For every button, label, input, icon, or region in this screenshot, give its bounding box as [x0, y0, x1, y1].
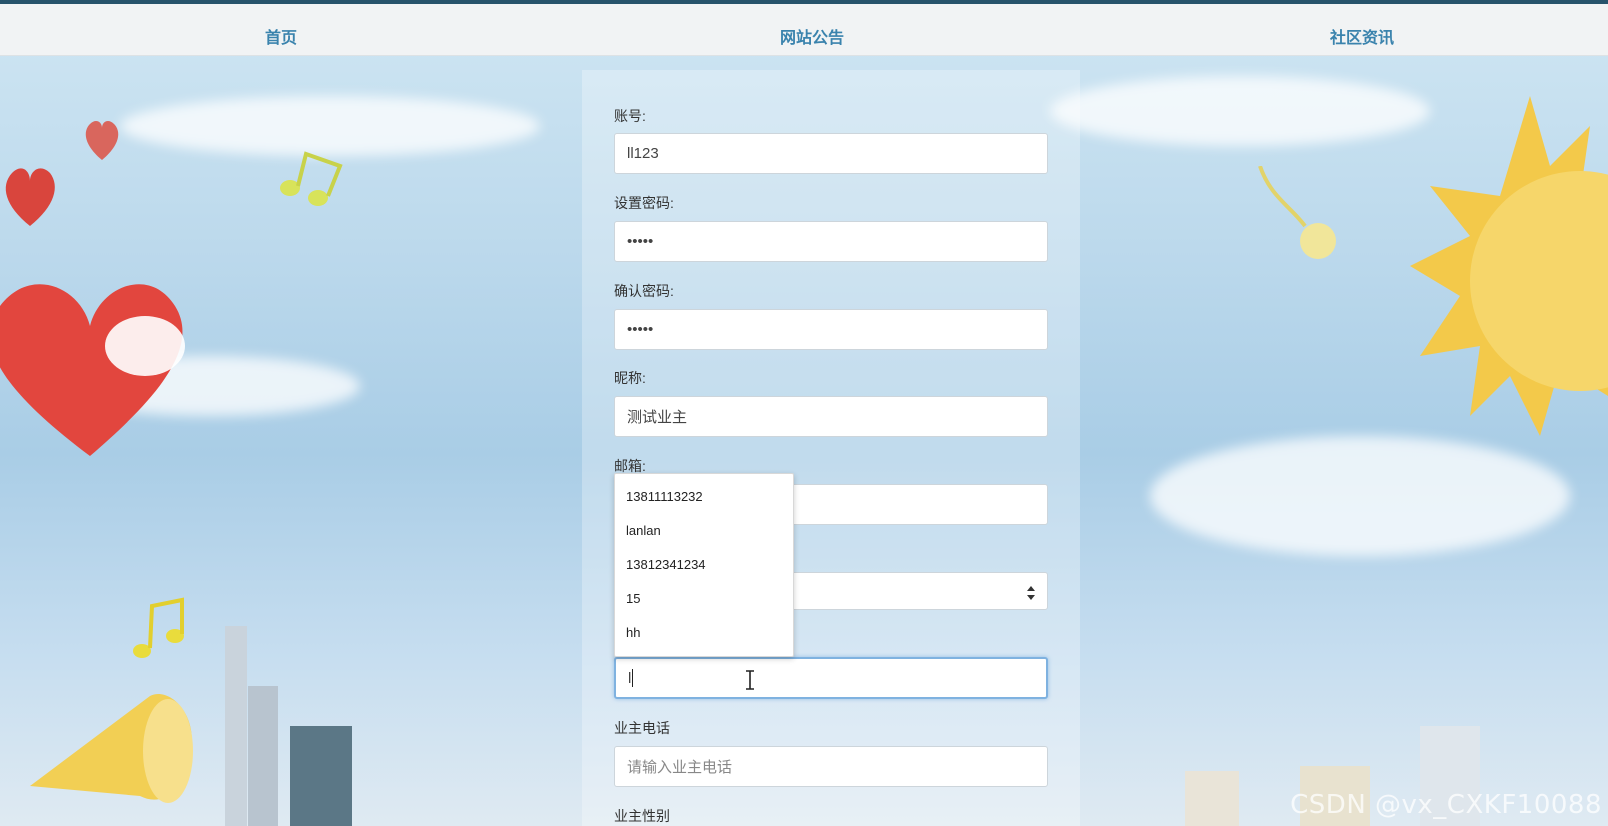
watermark: CSDN @vx_CXKF10088 [1290, 790, 1602, 820]
owner-phone-input[interactable]: 请输入业主电话 [614, 746, 1048, 787]
password-input[interactable]: ••••• [614, 221, 1048, 262]
text-caret [632, 669, 634, 687]
autocomplete-item[interactable]: 13812341234 [615, 548, 793, 582]
nav-news-link[interactable]: 社区资讯 [1330, 24, 1394, 48]
nickname-input[interactable]: 测试业主 [614, 396, 1048, 437]
top-navigation: 首页 网站公告 社区资讯 [0, 0, 1608, 56]
text-cursor-icon [746, 670, 754, 690]
password-label: 设置密码: [614, 195, 674, 211]
nav-announcement-link[interactable]: 网站公告 [780, 24, 844, 48]
owner-name-input[interactable]: l [614, 657, 1048, 699]
owner-gender-label: 业主性别 [614, 808, 670, 824]
owner-phone-label: 业主电话 [614, 720, 670, 736]
sun-illustration [1410, 96, 1608, 436]
tiny-heart-illustration [85, 121, 119, 160]
music-note-illustration [280, 151, 343, 206]
autocomplete-item[interactable]: 15 [615, 582, 793, 616]
account-input[interactable]: ll123 [614, 133, 1048, 174]
autocomplete-dropdown: 13811113232 lanlan 13812341234 15 hh [614, 473, 794, 657]
autocomplete-item[interactable]: 13811113232 [615, 480, 793, 514]
nickname-label: 昵称: [614, 370, 646, 386]
confirm-password-label: 确认密码: [614, 283, 674, 299]
form-panel-backdrop [582, 70, 1080, 826]
horn-illustration [30, 694, 193, 803]
select-updown-icon [1027, 586, 1035, 600]
music-note-right-illustration [1258, 166, 1336, 259]
account-label: 账号: [614, 108, 646, 124]
small-heart-illustration [5, 168, 55, 226]
autocomplete-item[interactable]: lanlan [615, 514, 793, 548]
heart-illustration [0, 284, 185, 456]
owner-name-value: l [628, 669, 632, 687]
music-note-bottom-illustration [133, 597, 184, 658]
autocomplete-item[interactable]: hh [615, 616, 793, 650]
nav-home-link[interactable]: 首页 [265, 24, 297, 48]
confirm-password-input[interactable]: ••••• [614, 309, 1048, 350]
